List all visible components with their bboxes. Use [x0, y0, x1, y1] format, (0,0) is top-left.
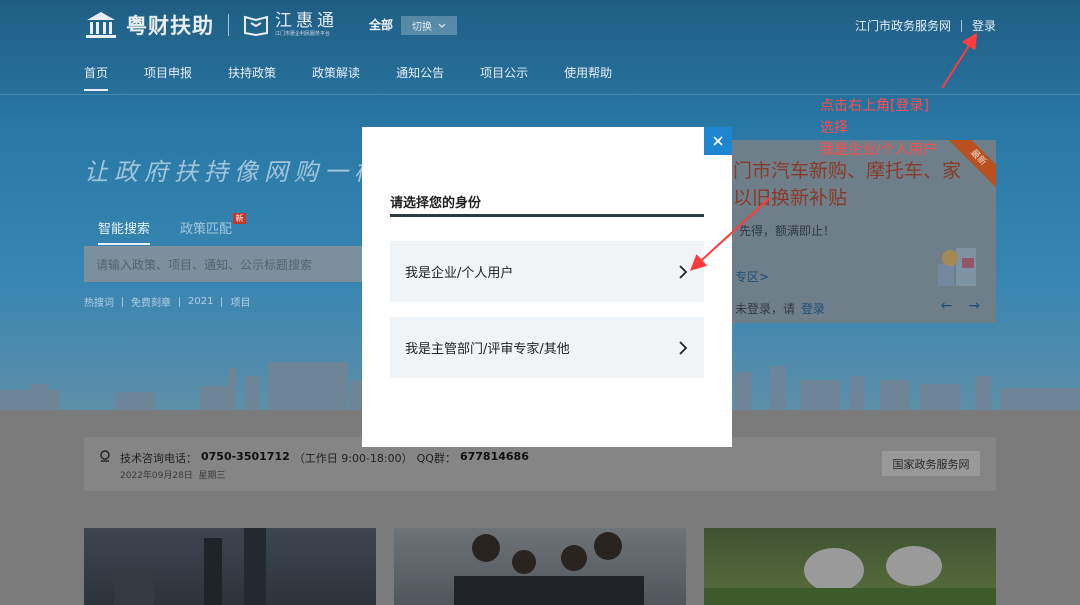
option-label: 我是企业/个人用户 — [405, 266, 514, 281]
promo-login-link[interactable]: 登录 — [801, 302, 825, 316]
identity-select-dialog: 请选择您的身份 我是企业/个人用户 我是主管部门/评审专家/其他 — [362, 127, 732, 447]
building-logo-icon — [86, 12, 116, 38]
close-icon — [713, 136, 723, 146]
dialog-title: 请选择您的身份 — [390, 196, 482, 211]
option-department-expert[interactable]: 我是主管部门/评审专家/其他 — [390, 317, 704, 378]
switch-label: 切换 — [412, 22, 432, 33]
hero-slogan: 让政府扶持像网购一样 — [84, 158, 384, 186]
instruction-annotation: 点击右上角[登录] 选择 我是企业/个人用户 — [820, 95, 937, 161]
nav-item-home[interactable]: 首页 — [84, 64, 109, 91]
book-logo-icon — [244, 15, 268, 36]
tab-smart-search[interactable]: 智能搜索 — [98, 218, 151, 245]
logo-divider — [228, 14, 229, 36]
promo-title: 门市汽车新购、摩托车、家以旧换新补贴 — [733, 160, 962, 209]
weekday-text: 星期三 — [198, 471, 226, 481]
top-bar: 粤财扶助 江惠通 江门市惠企利民服务平台 全部 切换 江门市政务服务网 登录 — [0, 0, 1080, 50]
hot-word[interactable]: 项目 — [230, 294, 250, 309]
next-arrow-icon[interactable]: → — [968, 298, 980, 314]
phone-number: 0750-3501712 — [201, 450, 290, 463]
service-hours: （工作日 9:00-18:00） — [293, 452, 413, 465]
feature-card-team[interactable] — [394, 528, 686, 605]
region-label: 全部 — [369, 18, 394, 32]
qq-number: 677814686 — [459, 450, 529, 463]
phone-label: 技术咨询电话： — [120, 452, 197, 465]
link-separator — [960, 19, 962, 32]
search-placeholder: 请输入政策、项目、通知、公示标题搜索 — [96, 257, 313, 272]
nav-item-policy-interpretation[interactable]: 政策解读 — [312, 64, 360, 91]
feature-card-agriculture[interactable] — [704, 528, 996, 605]
search-tabs: 智能搜索 政策匹配 新 — [98, 213, 247, 245]
hot-words: 热搜词 免费刻章 2021 项目 — [84, 294, 250, 309]
region-switch-button[interactable]: 切换 — [401, 16, 457, 35]
top-right-links: 江门市政务服务网 登录 — [855, 17, 996, 34]
current-date: 2022年09月28日 星期三 — [120, 468, 226, 481]
gov-portal-link[interactable]: 江门市政务服务网 — [855, 17, 951, 34]
promo-card[interactable]: 门市汽车新购、摩托车、家以旧换新补贴 最新 先得，额满即止！ 专区> 未登录，请… — [705, 140, 996, 323]
dialog-title-underline — [390, 214, 704, 217]
logo-text: 粤财扶助 — [126, 14, 214, 38]
contact-line: 技术咨询电话： 0750-3501712 （工作日 9:00-18:00） QQ… — [120, 450, 529, 466]
prev-arrow-icon[interactable]: ← — [941, 298, 953, 314]
tab-policy-match-label: 政策匹配 — [180, 222, 233, 237]
annotation-line: 点击右上角[登录] — [820, 98, 929, 114]
qq-label: QQ群： — [416, 452, 456, 465]
new-badge: 新 — [233, 213, 247, 224]
promo-zone-link[interactable]: 专区> — [735, 268, 769, 285]
date-text: 2022年09月28日 — [120, 471, 193, 481]
nav-item-project-apply[interactable]: 项目申报 — [144, 64, 192, 91]
location-pin-icon — [100, 450, 110, 462]
brand-logo: 江惠通 江门市惠企利民服务平台 — [243, 13, 338, 37]
carousel-arrows: ← → — [941, 298, 980, 314]
login-link[interactable]: 登录 — [972, 17, 996, 34]
chevron-right-icon — [679, 340, 688, 355]
logo[interactable]: 粤财扶助 江惠通 江门市惠企利民服务平台 — [84, 10, 338, 40]
national-portal-button[interactable]: 国家政务服务网 — [882, 451, 980, 476]
brand-title: 江惠通 — [275, 11, 338, 31]
nav-item-notices[interactable]: 通知公告 — [396, 64, 444, 91]
annotation-line: 选择 — [820, 120, 848, 136]
team-photo — [454, 532, 644, 605]
agriculture-photo — [704, 546, 996, 605]
hot-word[interactable]: 免费刻章 — [131, 294, 171, 309]
close-button[interactable] — [704, 127, 732, 155]
main-nav: 首页 项目申报 扶持政策 政策解读 通知公告 项目公示 使用帮助 — [84, 64, 648, 91]
chevron-down-icon — [438, 23, 446, 28]
nav-item-support-policy[interactable]: 扶持政策 — [228, 64, 276, 91]
hot-word[interactable]: 2021 — [188, 296, 213, 307]
option-enterprise-individual[interactable]: 我是企业/个人用户 — [390, 241, 704, 302]
promo-line-1: 先得，额满即止！ — [739, 224, 836, 238]
feature-card-city[interactable] — [84, 528, 376, 605]
tab-policy-match[interactable]: 政策匹配 新 — [180, 213, 247, 245]
nav-item-project-publicity[interactable]: 项目公示 — [480, 64, 528, 91]
hot-words-label: 热搜词 — [84, 298, 114, 309]
city-photo — [114, 528, 266, 605]
promo-login-prefix: 未登录，请 — [735, 302, 796, 316]
search-input[interactable]: 请输入政策、项目、通知、公示标题搜索 — [84, 246, 374, 282]
brand-subtitle: 江门市惠企利民服务平台 — [275, 31, 331, 37]
promo-login-hint: 未登录，请 登录 — [735, 300, 825, 317]
option-label: 我是主管部门/评审专家/其他 — [405, 342, 570, 357]
annotation-line: 我是企业/个人用户 — [820, 142, 937, 158]
chevron-right-icon — [679, 264, 688, 279]
nav-item-help[interactable]: 使用帮助 — [564, 64, 612, 91]
coin-illustration-icon — [938, 248, 976, 286]
